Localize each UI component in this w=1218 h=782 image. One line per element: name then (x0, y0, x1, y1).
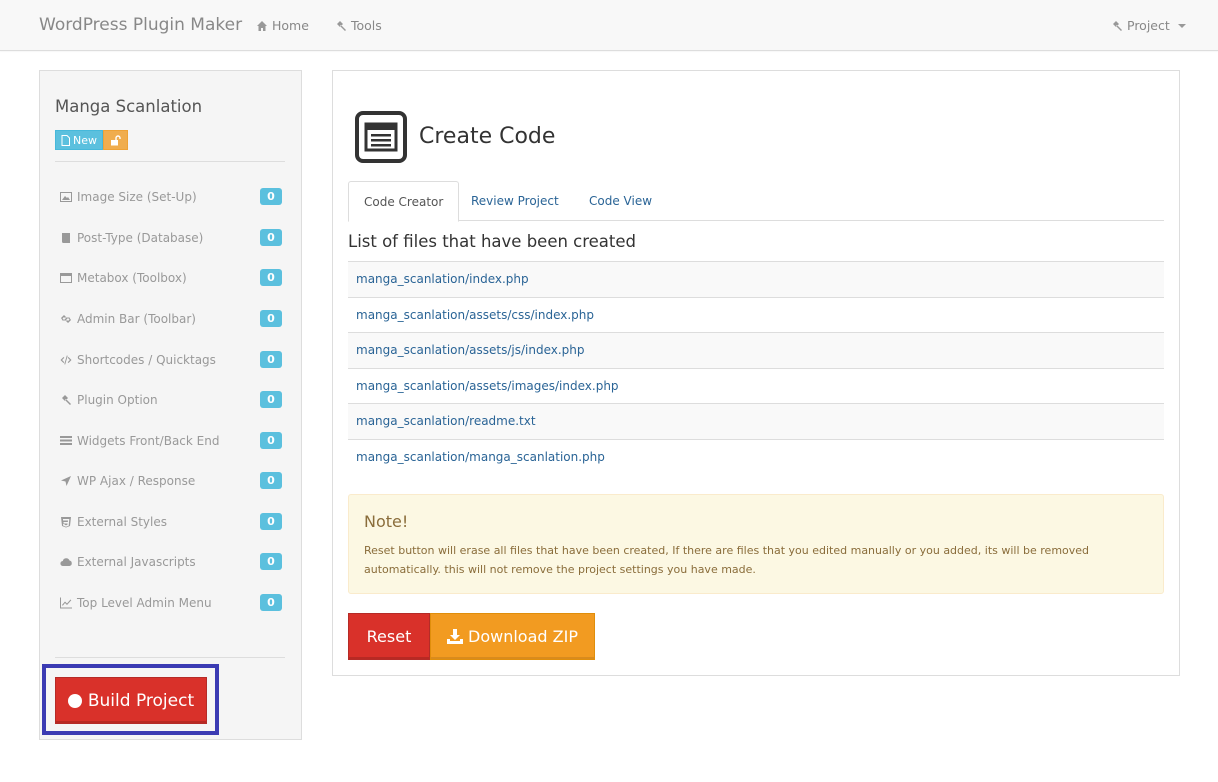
sidebar-item-image-size[interactable]: Image Size (Set-Up) 0 (60, 187, 282, 207)
cloud-icon (60, 558, 72, 567)
download-icon (447, 629, 464, 644)
file-icon (61, 134, 70, 146)
count-badge: 0 (260, 472, 282, 489)
sidebar-item-label: Admin Bar (Toolbar) (77, 312, 196, 326)
tab-bar: Code Creator Review Project Code View (348, 181, 1164, 222)
unlock-button[interactable] (103, 130, 128, 150)
count-badge: 0 (260, 594, 282, 611)
book-icon (61, 233, 70, 243)
code-window-icon (355, 111, 407, 163)
nav-project-dropdown[interactable]: Project (1111, 18, 1186, 33)
tab-review-project[interactable]: Review Project (456, 181, 574, 221)
sidebar-item-label: Widgets Front/Back End (77, 434, 220, 448)
sidebar-item-label: External Styles (77, 515, 167, 529)
count-badge: 0 (260, 269, 282, 286)
sidebar-item-label: Shortcodes / Quicktags (77, 353, 216, 367)
tab-code-view[interactable]: Code View (574, 181, 667, 221)
download-zip-button[interactable]: Download ZIP (430, 613, 595, 660)
main-panel: Create Code Code Creator Review Project … (332, 70, 1180, 676)
new-button[interactable]: New (55, 130, 103, 150)
gavel-icon (337, 20, 346, 31)
note-title: Note! (364, 512, 409, 531)
sidebar-item-wp-ajax[interactable]: WP Ajax / Response 0 (60, 471, 282, 491)
nav-project-label: Project (1127, 18, 1170, 33)
code-icon (60, 355, 72, 365)
new-button-label: New (73, 133, 97, 147)
file-link[interactable]: manga_scanlation/readme.txt (348, 403, 1164, 439)
project-name: Manga Scanlation (55, 97, 203, 116)
page-title: Create Code (419, 124, 556, 149)
window-icon (60, 273, 72, 283)
file-link[interactable]: manga_scanlation/manga_scanlation.php (348, 438, 1164, 475)
tab-code-creator[interactable]: Code Creator (348, 181, 460, 222)
file-link[interactable]: manga_scanlation/index.php (348, 261, 1164, 297)
build-project-button[interactable]: Build Project (55, 677, 207, 724)
sidebar-item-label: Top Level Admin Menu (77, 596, 212, 610)
count-badge: 0 (260, 310, 282, 327)
top-navbar: WordPress Plugin Maker Home Tools Projec… (0, 0, 1218, 51)
sidebar-item-label: Post-Type (Database) (77, 231, 204, 245)
sidebar-item-widgets[interactable]: Widgets Front/Back End 0 (60, 431, 282, 451)
link-icon (61, 315, 71, 323)
count-badge: 0 (260, 229, 282, 246)
nav-tools[interactable]: Tools (335, 18, 382, 33)
sidebar-item-label: Plugin Option (77, 393, 158, 407)
unlock-icon (111, 134, 121, 145)
file-link[interactable]: manga_scanlation/assets/css/index.php (348, 296, 1164, 333)
sidebar-item-top-level-admin-menu[interactable]: Top Level Admin Menu 0 (60, 593, 282, 613)
sidebar-item-admin-bar[interactable]: Admin Bar (Toolbar) 0 (60, 309, 282, 329)
image-icon (60, 192, 72, 202)
count-badge: 0 (260, 432, 282, 449)
count-badge: 0 (260, 391, 282, 408)
sidebar-item-external-javascripts[interactable]: External Javascripts 0 (60, 552, 282, 572)
nav-home-label: Home (272, 18, 309, 33)
circle-icon (67, 693, 82, 708)
sidebar-item-metabox[interactable]: Metabox (Toolbox) 0 (60, 268, 282, 288)
sidebar-item-shortcodes[interactable]: Shortcodes / Quicktags 0 (60, 350, 282, 370)
file-link[interactable]: manga_scanlation/assets/js/index.php (348, 332, 1164, 368)
file-link[interactable]: manga_scanlation/assets/images/index.php (348, 367, 1164, 404)
caret-down-icon (1177, 23, 1186, 28)
sidebar-item-label: Metabox (Toolbox) (77, 271, 187, 285)
gavel-icon (62, 395, 71, 405)
reset-button-label: Reset (366, 627, 412, 646)
brand-title[interactable]: WordPress Plugin Maker (39, 15, 242, 35)
note-text: Reset button will erase all files that h… (364, 544, 1090, 576)
line-chart-icon (60, 597, 72, 609)
warning-note: Note! Reset button will erase all files … (348, 494, 1164, 594)
sidebar-item-external-styles[interactable]: External Styles 0 (60, 512, 282, 532)
location-arrow-icon (61, 476, 71, 486)
nav-tools-label: Tools (351, 18, 382, 33)
sidebar-item-plugin-option[interactable]: Plugin Option 0 (60, 390, 282, 410)
gavel-icon (1113, 20, 1122, 31)
sidebar-item-label: WP Ajax / Response (77, 474, 196, 488)
files-list-heading: List of files that have been created (348, 232, 637, 251)
count-badge: 0 (260, 553, 282, 570)
sidebar-item-post-type[interactable]: Post-Type (Database) 0 (60, 228, 282, 248)
count-badge: 0 (260, 188, 282, 205)
nav-home[interactable]: Home (256, 18, 309, 33)
home-icon (257, 20, 267, 31)
sidebar: Manga Scanlation New Image Size (Set-Up)… (39, 70, 302, 740)
list-icon (60, 436, 72, 445)
count-badge: 0 (260, 351, 282, 368)
sidebar-divider (55, 657, 285, 658)
sidebar-divider (55, 161, 285, 162)
sidebar-item-label: Image Size (Set-Up) (77, 190, 197, 204)
reset-button[interactable]: Reset (348, 613, 430, 660)
css3-icon (61, 517, 71, 528)
download-zip-label: Download ZIP (468, 627, 578, 646)
files-table: manga_scanlation/index.php manga_scanlat… (348, 261, 1164, 474)
build-project-label: Build Project (87, 690, 195, 711)
count-badge: 0 (260, 513, 282, 530)
sidebar-item-label: External Javascripts (77, 555, 196, 569)
